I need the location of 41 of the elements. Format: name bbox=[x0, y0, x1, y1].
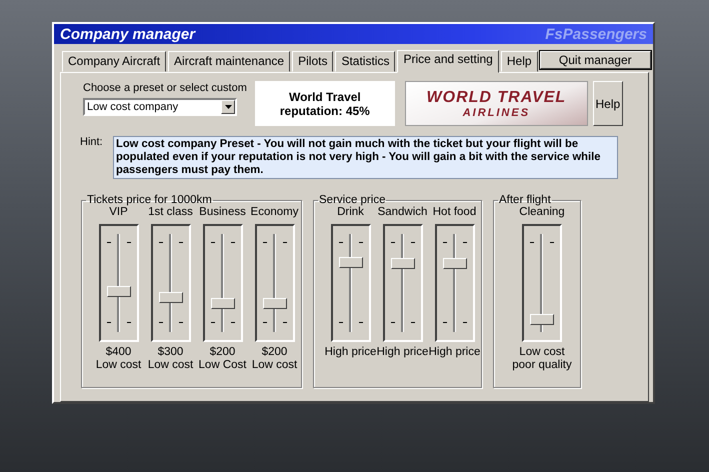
slider-label: Economy bbox=[250, 206, 298, 220]
slider-caption: Low cost bbox=[148, 359, 194, 372]
slider-caption: High price bbox=[428, 346, 480, 359]
preset-dropdown[interactable]: Low cost company bbox=[83, 98, 237, 116]
quit-button[interactable]: Quit manager bbox=[540, 51, 651, 69]
slider-caption: High price bbox=[376, 346, 428, 359]
window-title: Company manager bbox=[60, 26, 196, 42]
tab[interactable]: Help bbox=[500, 51, 538, 72]
slider-label: Drink bbox=[337, 206, 364, 220]
slider-caption: Low cost bbox=[96, 359, 142, 372]
slider-label: 1st class bbox=[148, 206, 193, 220]
tab[interactable]: Aircraft maintenance bbox=[168, 51, 290, 72]
slider-caption: Low cost bbox=[252, 359, 298, 372]
tab[interactable]: Company Aircraft bbox=[62, 51, 166, 72]
help-button[interactable]: Help bbox=[592, 81, 623, 126]
app-brand: FsPassengers bbox=[545, 26, 647, 42]
slider-caption: Low cost bbox=[519, 346, 565, 359]
slider-label: VIP bbox=[109, 206, 128, 220]
hint-label: Hint: bbox=[80, 136, 104, 150]
preset-label: Choose a preset or select custom bbox=[83, 81, 247, 95]
slider-label: Cleaning bbox=[519, 206, 565, 220]
tab[interactable]: Statistics bbox=[335, 51, 396, 72]
group-title: Service price bbox=[318, 194, 386, 206]
slider-caption: $300 bbox=[158, 346, 184, 359]
slider-label: Business bbox=[199, 206, 246, 220]
slider-label: Sandwich bbox=[378, 206, 428, 220]
slider-label: Hot food bbox=[432, 206, 476, 220]
slider-caption: $200 bbox=[262, 346, 288, 359]
hint-text: Low cost company Preset - You will not gain much with the ticket but your flight will be populated even if your reputation is not very high - You will gain a bit with the service while passengers must pay them. bbox=[113, 136, 618, 179]
group-title: Tickets price for 1000km bbox=[86, 194, 213, 206]
slider-caption: Low Cost bbox=[198, 359, 246, 372]
slider-caption: poor quality bbox=[512, 359, 572, 372]
reputation-value: reputation: 45% bbox=[280, 104, 370, 118]
tab[interactable]: Pilots bbox=[292, 51, 334, 72]
slider-caption: High price bbox=[324, 346, 376, 359]
tab[interactable]: Price and setting bbox=[397, 50, 499, 73]
slider-caption: $400 bbox=[106, 346, 132, 359]
group-title: After flight bbox=[498, 194, 552, 206]
slider-caption: $200 bbox=[210, 346, 236, 359]
airline-logo: WORLD TRAVEL AIRLINES bbox=[404, 81, 588, 126]
company-name: World Travel bbox=[288, 90, 361, 104]
